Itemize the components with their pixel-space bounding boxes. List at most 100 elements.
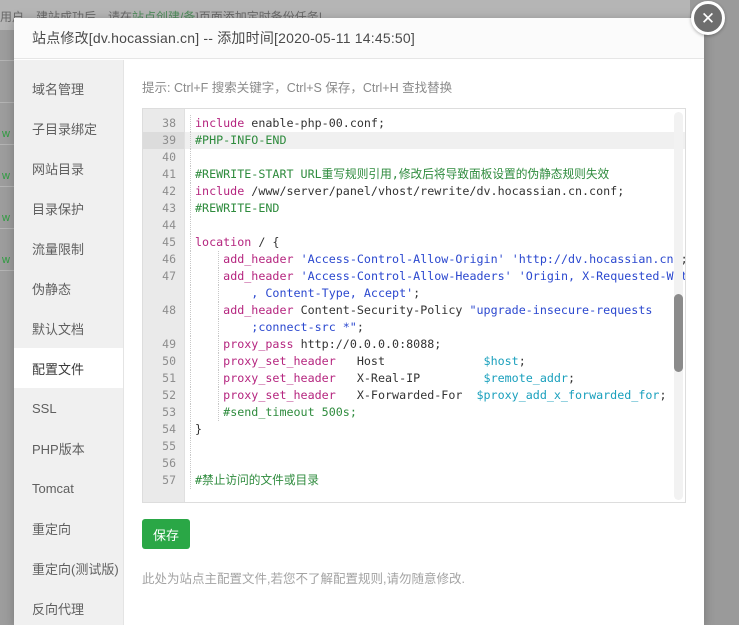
- sidebar-item-5[interactable]: 伪静态: [14, 268, 123, 308]
- line-number: 52: [143, 387, 184, 404]
- code-line[interactable]: #REWRITE-END: [185, 200, 685, 217]
- sidebar-item-label: 目录保护: [32, 199, 84, 218]
- code-token: /www/server/panel/vhost/rewrite/dv.hocas…: [244, 184, 624, 198]
- code-line[interactable]: [185, 455, 685, 472]
- sidebar-item-8[interactable]: SSL: [14, 388, 123, 428]
- code-line[interactable]: #REWRITE-START URL重写规则引用,修改后将导致面板设置的伪静态规…: [185, 166, 685, 183]
- code-token: ;: [357, 320, 364, 334]
- indent-guide: [190, 115, 191, 132]
- code-line[interactable]: location / {: [185, 234, 685, 251]
- code-line[interactable]: proxy_pass http://0.0.0.0:8088;: [185, 336, 685, 353]
- code-line[interactable]: add_header 'Access-Control-Allow-Headers…: [185, 268, 685, 285]
- sidebar-item-4[interactable]: 流量限制: [14, 228, 123, 268]
- code-token: 'http://dv.hocassian.cn': [512, 252, 681, 266]
- close-icon[interactable]: ✕: [691, 1, 725, 35]
- code-token: "upgrade-insecure-requests: [469, 303, 652, 317]
- code-token: 'Access-Control-Allow-Origin': [301, 252, 505, 266]
- settings-content: 提示: Ctrl+F 搜索关键字，Ctrl+S 保存，Ctrl+H 查找替换 3…: [124, 60, 704, 625]
- code-line[interactable]: #禁止访问的文件或目录: [185, 472, 685, 489]
- code-token: include: [195, 184, 244, 198]
- code-line[interactable]: }: [185, 421, 685, 438]
- indent-guide: [190, 421, 191, 438]
- config-code-editor[interactable]: 38394041424344454647.48.4950515253545556…: [142, 108, 686, 503]
- settings-sidebar: 域名管理子目录绑定网站目录目录保护流量限制伪静态默认文档配置文件SSL PHP版本…: [14, 60, 124, 625]
- code-token: #REWRITE-START URL重写规则引用,修改后将导致面板设置的伪静态规…: [195, 167, 609, 181]
- code-token: $proxy_add_x_forwarded_for: [476, 388, 659, 402]
- line-number: 43: [143, 200, 184, 217]
- code-line[interactable]: [185, 217, 685, 234]
- table-cell: w: [2, 128, 10, 140]
- indent-guide: [190, 370, 191, 387]
- editor-scrollbar-thumb[interactable]: [674, 294, 683, 372]
- code-token: X-Forwarded-For: [336, 388, 477, 402]
- code-line[interactable]: proxy_set_header X-Forwarded-For $proxy_…: [185, 387, 685, 404]
- save-button[interactable]: 保存: [142, 519, 190, 549]
- sidebar-item-label: PHP版本: [32, 439, 85, 458]
- editor-code-area[interactable]: include enable-php-00.conf;#PHP-INFO-END…: [185, 109, 685, 502]
- code-token: [294, 252, 301, 266]
- sidebar-item-13[interactable]: 反向代理: [14, 588, 123, 625]
- code-line[interactable]: [185, 438, 685, 455]
- table-cell: w: [2, 254, 10, 266]
- code-line[interactable]: proxy_set_header X-Real-IP $remote_addr;: [185, 370, 685, 387]
- code-line[interactable]: proxy_set_header Host $host;: [185, 353, 685, 370]
- code-line[interactable]: add_header Content-Security-Policy "upgr…: [185, 302, 685, 319]
- line-number: 55: [143, 438, 184, 455]
- sidebar-item-2[interactable]: 网站目录: [14, 148, 123, 188]
- code-token: #send_timeout 500s;: [223, 405, 357, 419]
- code-token: ;connect-src *": [251, 320, 357, 334]
- code-token: $host: [484, 354, 519, 368]
- indent-guide: [190, 183, 191, 200]
- sidebar-item-label: 重定向(测试版): [32, 559, 119, 578]
- code-token: include: [195, 116, 244, 130]
- code-line[interactable]: add_header 'Access-Control-Allow-Origin'…: [185, 251, 685, 268]
- sidebar-item-3[interactable]: 目录保护: [14, 188, 123, 228]
- modal-body: 域名管理子目录绑定网站目录目录保护流量限制伪静态默认文档配置文件SSL PHP版本…: [14, 60, 704, 625]
- line-number: 53: [143, 404, 184, 421]
- code-token: #禁止访问的文件或目录: [195, 473, 319, 487]
- sidebar-item-label: 重定向: [32, 519, 71, 538]
- code-token: }: [195, 422, 202, 436]
- code-token: [294, 269, 301, 283]
- editor-scrollbar[interactable]: [674, 112, 683, 500]
- sidebar-item-6[interactable]: 默认文档: [14, 308, 123, 348]
- code-line[interactable]: #PHP-INFO-END: [185, 132, 685, 149]
- code-token: X-Real-IP: [336, 371, 484, 385]
- code-token: #PHP-INFO-END: [195, 133, 286, 147]
- line-number: .: [143, 285, 184, 302]
- sidebar-item-10[interactable]: Tomcat: [14, 468, 123, 508]
- line-number: 50: [143, 353, 184, 370]
- indent-guide: [218, 370, 219, 387]
- code-line[interactable]: #send_timeout 500s;: [185, 404, 685, 421]
- indent-guide: [190, 404, 191, 421]
- code-line[interactable]: include /www/server/panel/vhost/rewrite/…: [185, 183, 685, 200]
- line-number: 45: [143, 234, 184, 251]
- code-line[interactable]: , Content-Type, Accept';: [185, 285, 685, 302]
- sidebar-item-9[interactable]: PHP版本: [14, 428, 123, 468]
- code-token: ;: [659, 388, 666, 402]
- sidebar-item-12[interactable]: 重定向(测试版): [14, 548, 123, 588]
- line-number: 49: [143, 336, 184, 353]
- code-token: proxy_pass: [223, 337, 293, 351]
- sidebar-item-0[interactable]: 域名管理: [14, 68, 123, 108]
- code-line[interactable]: include enable-php-00.conf;: [185, 115, 685, 132]
- sidebar-item-11[interactable]: 重定向: [14, 508, 123, 548]
- indent-guide: [218, 319, 219, 336]
- table-cell: w: [2, 170, 10, 182]
- line-number: 51: [143, 370, 184, 387]
- sidebar-item-label: 默认文档: [32, 319, 84, 338]
- close-glyph: ✕: [701, 10, 715, 27]
- table-cell: w: [2, 212, 10, 224]
- indent-guide: [218, 251, 219, 268]
- sidebar-item-1[interactable]: 子目录绑定: [14, 108, 123, 148]
- code-line[interactable]: [185, 149, 685, 166]
- sidebar-item-7[interactable]: 配置文件: [14, 348, 123, 388]
- code-token: ;: [568, 371, 575, 385]
- code-token: [505, 252, 512, 266]
- code-line[interactable]: ;connect-src *";: [185, 319, 685, 336]
- code-token: proxy_set_header: [223, 354, 336, 368]
- line-number: 40: [143, 149, 184, 166]
- line-number: 54: [143, 421, 184, 438]
- code-token: / {: [251, 235, 279, 249]
- code-token: add_header: [223, 269, 293, 283]
